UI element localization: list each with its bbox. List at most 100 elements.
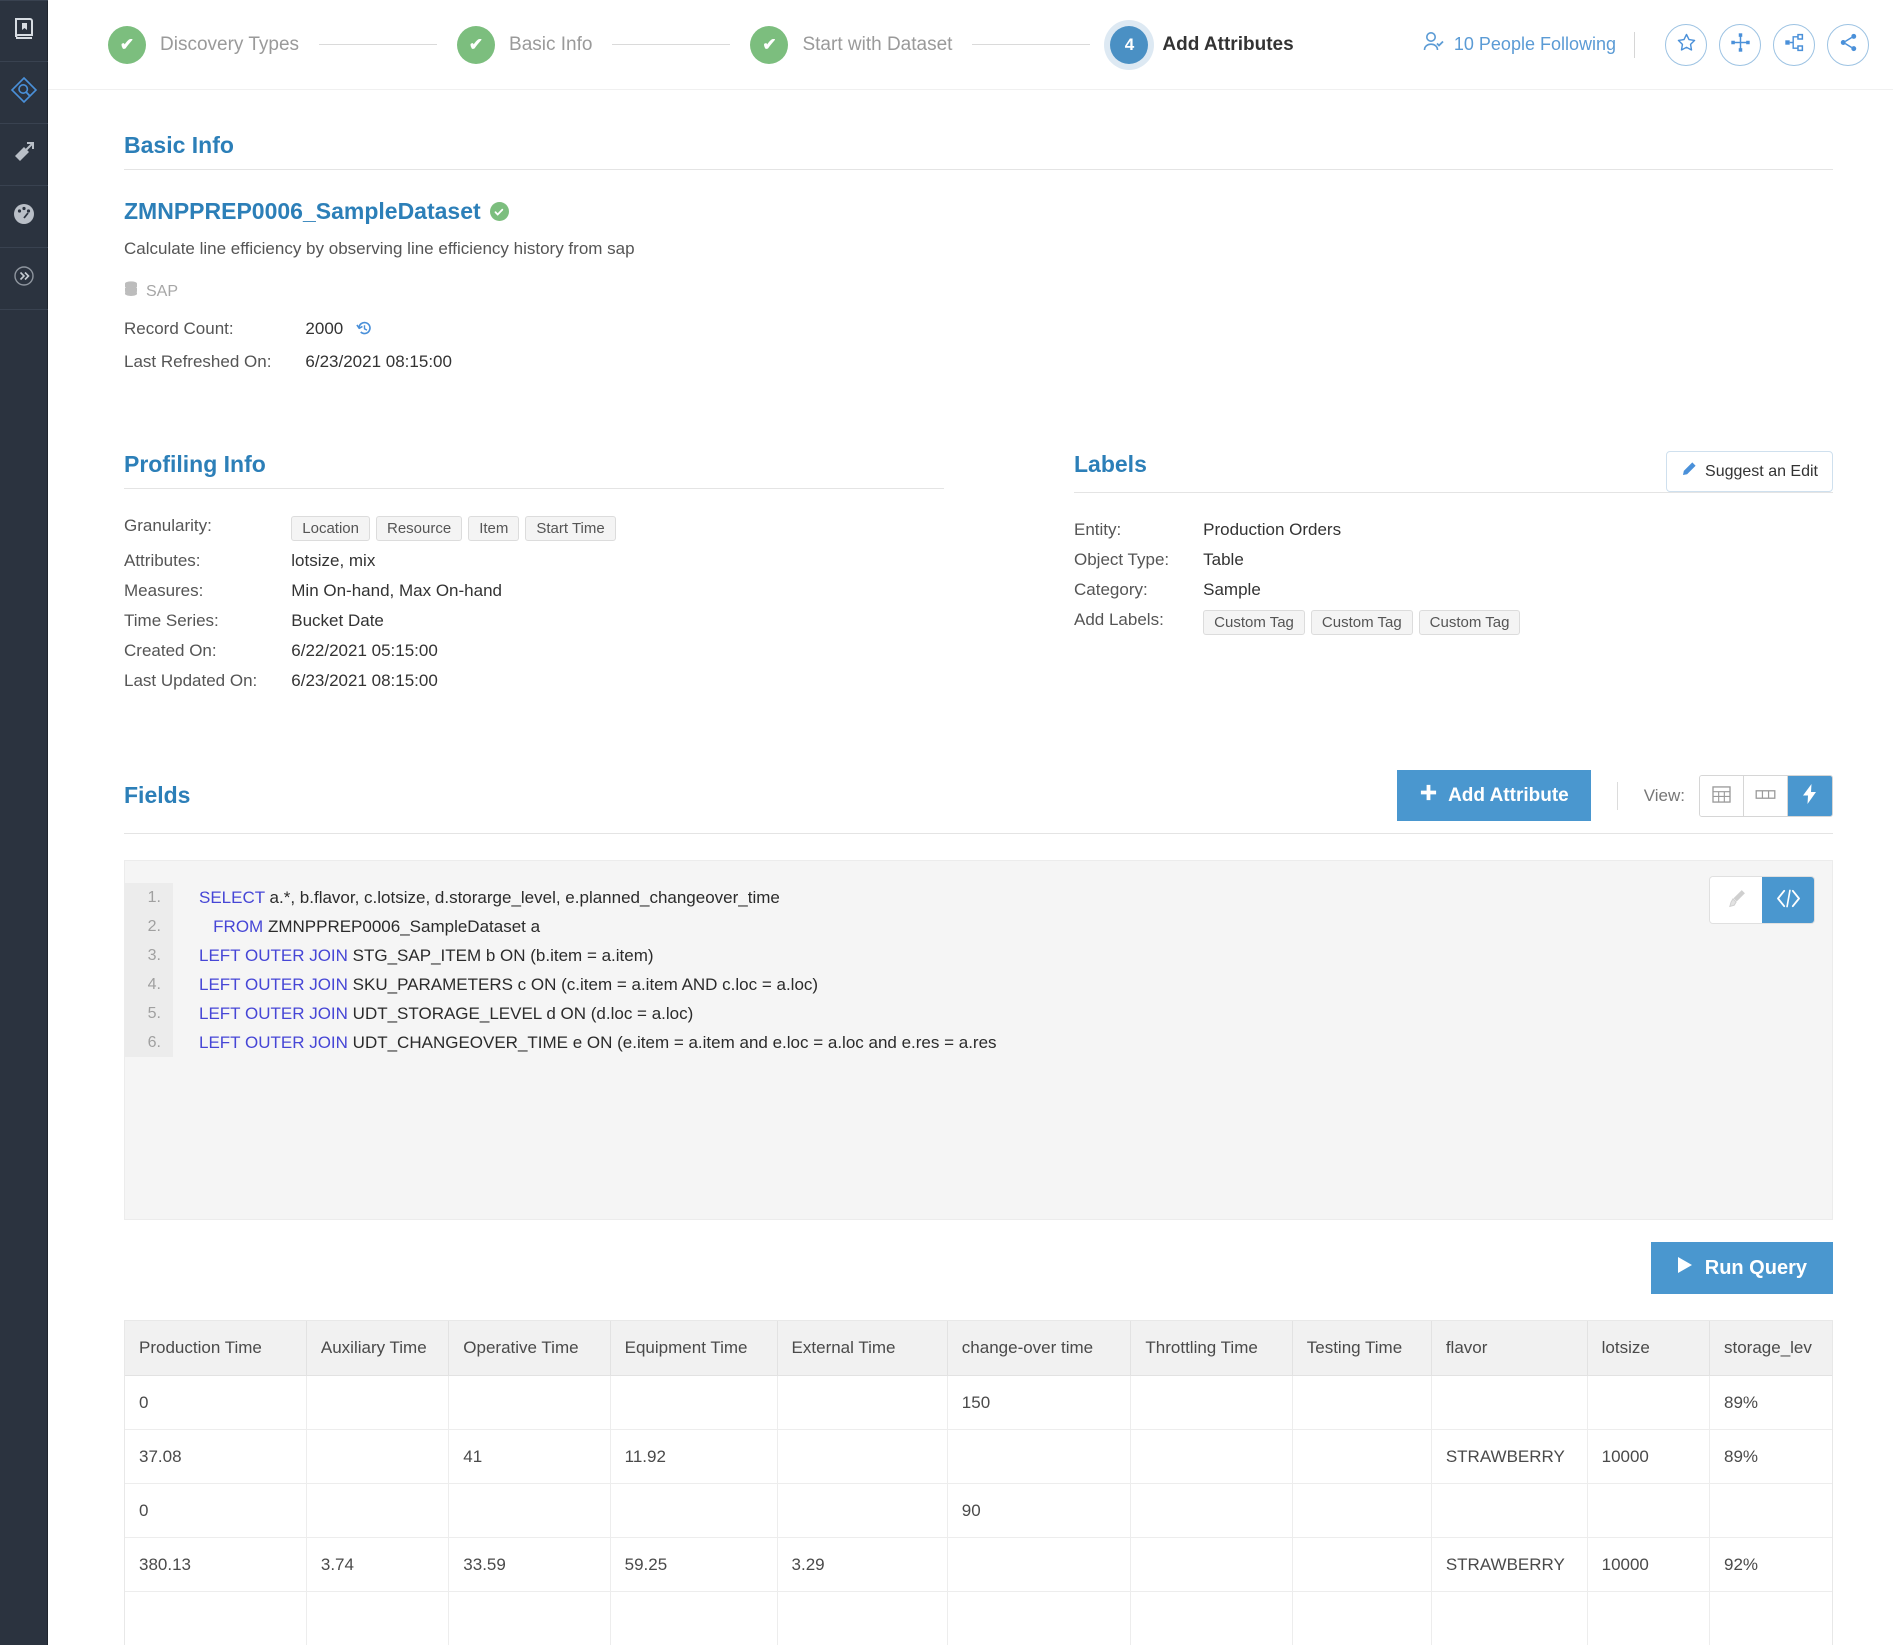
- granularity-tag[interactable]: Item: [468, 516, 520, 541]
- expand-button[interactable]: [1719, 23, 1761, 66]
- measures-label: Measures:: [124, 581, 204, 600]
- code-button[interactable]: [1762, 877, 1814, 923]
- custom-tag[interactable]: Custom Tag: [1310, 610, 1413, 635]
- cell: 3.29: [777, 1537, 948, 1592]
- person-check-icon: [1422, 31, 1446, 58]
- content-area: Basic Info ZMNPPREP0006_SampleDataset Ca…: [48, 132, 1893, 1645]
- step-connector: [319, 44, 438, 45]
- cell: 380.13: [125, 1537, 307, 1592]
- step-label: Basic Info: [509, 33, 593, 55]
- cell: 0: [125, 1483, 307, 1538]
- history-icon[interactable]: [356, 320, 373, 342]
- add-labels-label: Add Labels:: [1074, 610, 1164, 629]
- suggest-edit-label: Suggest an Edit: [1705, 462, 1818, 480]
- sidebar-item-app-logo[interactable]: [0, 0, 48, 62]
- cell: [1587, 1591, 1711, 1645]
- step-basic-info[interactable]: ✔ Basic Info: [457, 25, 593, 64]
- cell: [1292, 1429, 1432, 1484]
- run-query-button[interactable]: Run Query: [1650, 1242, 1833, 1294]
- table-row[interactable]: 0 150 89%: [125, 1375, 1832, 1430]
- sidebar-item-discovery[interactable]: [0, 62, 48, 124]
- cell: [306, 1483, 450, 1538]
- step-marker: ✔: [750, 25, 789, 64]
- labels-section: Labels Suggest an Edit Entity: Productio…: [944, 451, 1833, 696]
- column-header[interactable]: Operative Time: [448, 1321, 611, 1376]
- step-add-attributes[interactable]: 4 Add Attributes: [1110, 25, 1294, 64]
- lineage-button[interactable]: [1773, 23, 1815, 66]
- column-header[interactable]: Throttling Time: [1130, 1321, 1293, 1376]
- sql-text: UDT_CHANGEOVER_TIME e ON (e.item = a.ite…: [347, 1033, 997, 1052]
- object-type-label: Object Type:: [1074, 550, 1170, 569]
- grid-view-button[interactable]: [1700, 775, 1744, 816]
- view-segmented-control: [1699, 774, 1833, 817]
- labels-title: Labels: [1074, 451, 1147, 477]
- column-header[interactable]: Testing Time: [1292, 1321, 1432, 1376]
- granularity-label: Granularity:: [124, 516, 212, 535]
- cell: [448, 1483, 611, 1538]
- column-header[interactable]: flavor: [1431, 1321, 1588, 1376]
- format-button[interactable]: [1710, 877, 1762, 923]
- line-text: LEFT OUTER JOIN SKU_PARAMETERS c ON (c.i…: [173, 970, 818, 999]
- add-attribute-button[interactable]: Add Attribute: [1397, 770, 1591, 821]
- people-following[interactable]: 10 People Following: [1422, 31, 1616, 58]
- fields-header: Fields Add Attribute View:: [124, 770, 1833, 821]
- column-header[interactable]: Auxiliary Time: [306, 1321, 450, 1376]
- view-toggle-group: View:: [1616, 774, 1833, 817]
- column-view-button[interactable]: [1744, 775, 1788, 816]
- object-type-row: Object Type: Table: [1074, 545, 1526, 575]
- sidebar-item-library[interactable]: [0, 124, 48, 186]
- cell: 89%: [1709, 1375, 1832, 1430]
- query-editor[interactable]: 1. SELECT a.*, b.flavor, c.lotsize, d.st…: [124, 860, 1833, 1220]
- cell: [947, 1537, 1132, 1592]
- results-body: 0 150 89% 37.08 41 11.92 STRAWBERRY 1000…: [125, 1375, 1832, 1645]
- profiling-info-title: Profiling Info: [124, 451, 266, 477]
- column-header[interactable]: Equipment Time: [610, 1321, 778, 1376]
- step-marker: ✔: [457, 25, 496, 64]
- column-header[interactable]: lotsize: [1587, 1321, 1711, 1376]
- category-label: Category:: [1074, 580, 1148, 599]
- cell: 10000: [1587, 1537, 1711, 1592]
- favorite-button[interactable]: [1665, 23, 1707, 66]
- table-row[interactable]: [125, 1591, 1832, 1645]
- column-header[interactable]: Production Time: [125, 1321, 307, 1376]
- table-row[interactable]: 37.08 41 11.92 STRAWBERRY 10000 89%: [125, 1429, 1832, 1484]
- granularity-tag[interactable]: Resource: [375, 516, 463, 541]
- cell: [1130, 1483, 1293, 1538]
- cell: 90: [947, 1483, 1132, 1538]
- column-header[interactable]: storage_lev: [1709, 1321, 1832, 1376]
- grid-icon: [1712, 785, 1731, 806]
- column-header[interactable]: External Time: [777, 1321, 948, 1376]
- column-header[interactable]: change-over time: [947, 1321, 1132, 1376]
- sql-text: ZMNPPREP0006_SampleDataset a: [263, 917, 541, 936]
- last-refreshed-row: Last Refreshed On: 6/23/2021 08:15:00: [124, 347, 452, 377]
- step-discovery-types[interactable]: ✔ Discovery Types: [108, 25, 300, 64]
- share-button[interactable]: [1827, 23, 1869, 66]
- cell: STRAWBERRY: [1431, 1429, 1588, 1484]
- table-row[interactable]: 0 90: [125, 1483, 1832, 1538]
- section-divider: [124, 488, 944, 489]
- dataset-description: Calculate line efficiency by observing l…: [124, 239, 635, 258]
- table-row[interactable]: 380.13 3.74 33.59 59.25 3.29 STRAWBERRY …: [125, 1537, 1832, 1592]
- measures-row: Measures: Min On-hand, Max On-hand: [124, 576, 622, 606]
- line-number: 3.: [125, 941, 173, 970]
- step-start-with-dataset[interactable]: ✔ Start with Dataset: [750, 25, 952, 64]
- step-label: Add Attributes: [1162, 33, 1294, 55]
- profiling-info-section: Profiling Info Granularity: Location Reso…: [124, 451, 944, 696]
- query-view-button[interactable]: [1788, 775, 1832, 816]
- cell: 41: [448, 1429, 611, 1484]
- sidebar-item-collapse[interactable]: [0, 248, 48, 310]
- record-count-value: 2000: [305, 314, 452, 347]
- pencil-icon: [1681, 461, 1697, 482]
- sidebar-item-dashboard[interactable]: [0, 186, 48, 248]
- book-logo-icon: [13, 17, 35, 46]
- dataset-name-link[interactable]: ZMNPPREP0006_SampleDataset: [124, 198, 509, 225]
- step-label: Discovery Types: [160, 33, 300, 55]
- granularity-tag[interactable]: Start Time: [525, 516, 616, 541]
- custom-tag[interactable]: Custom Tag: [1203, 610, 1305, 635]
- custom-tag[interactable]: Custom Tag: [1418, 610, 1521, 635]
- granularity-tag[interactable]: Location: [291, 516, 370, 541]
- suggest-edit-button[interactable]: Suggest an Edit: [1666, 451, 1833, 492]
- play-icon: [1677, 1256, 1693, 1280]
- record-count-row: Record Count: 2000: [124, 314, 452, 347]
- cell: [1292, 1483, 1432, 1538]
